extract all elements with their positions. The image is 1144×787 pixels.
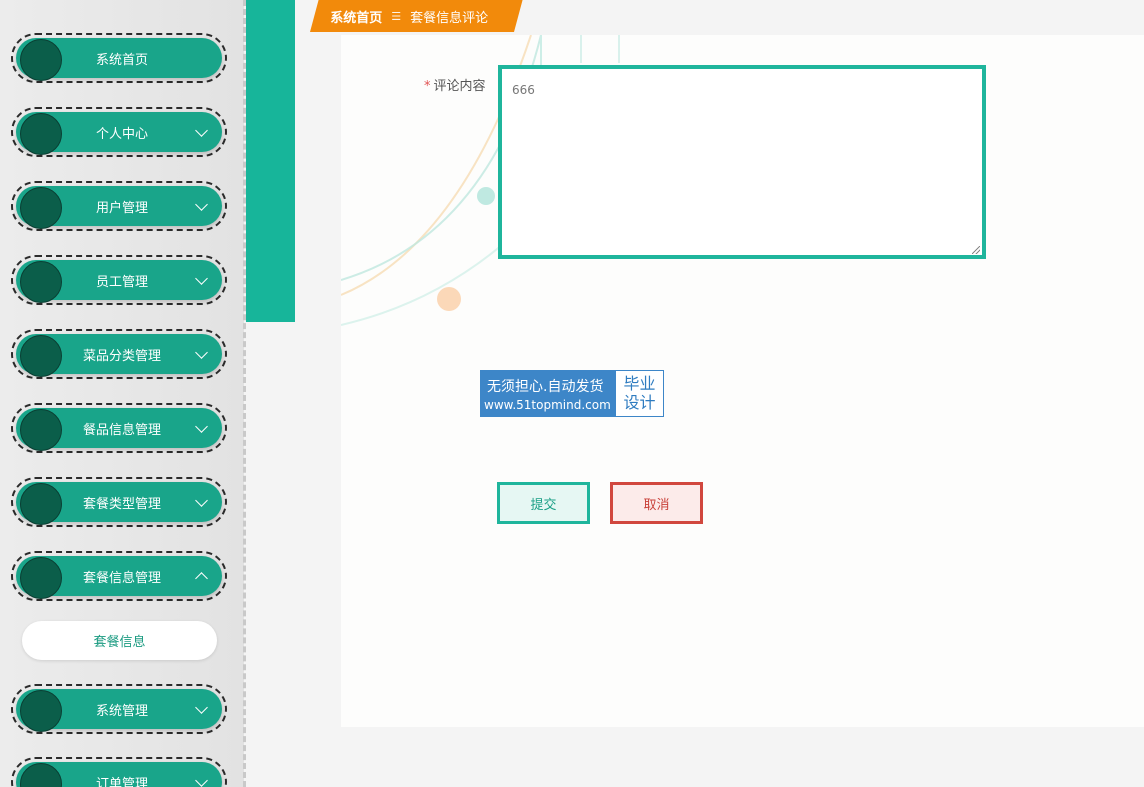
- sidebar-item-package-info[interactable]: 套餐信息管理: [11, 551, 227, 601]
- sidebar-item-meal-info[interactable]: 餐品信息管理: [11, 403, 227, 453]
- chevron-down-icon: [195, 272, 208, 285]
- sidebar-item-label: 餐品信息管理: [82, 422, 161, 438]
- menu-pill: 餐品信息管理: [16, 408, 222, 451]
- sidebar: 系统首页 个人中心 用户管理 员工管理 菜品分类管理 餐品信息管理 套餐类型管理…: [0, 0, 244, 787]
- circle-icon: [20, 409, 62, 451]
- circle-icon: [20, 335, 62, 377]
- breadcrumb: 系统首页 ☰ 套餐信息评论: [310, 0, 523, 32]
- sidebar-item-label: 系统首页: [95, 52, 148, 68]
- menu-pill: 员工管理: [16, 260, 222, 303]
- menu-pill: 系统管理: [16, 689, 222, 732]
- resize-grip-icon[interactable]: [972, 246, 980, 254]
- circle-icon: [20, 187, 62, 229]
- sidebar-item-label: 菜品分类管理: [82, 348, 161, 364]
- required-mark: *: [424, 79, 431, 94]
- footer-area: [341, 727, 1144, 787]
- sidebar-item-label: 套餐类型管理: [82, 496, 161, 512]
- decorative-teal-block: [246, 0, 295, 322]
- chevron-down-icon: [195, 774, 208, 787]
- breadcrumb-home[interactable]: 系统首页: [330, 7, 382, 26]
- watermark-line2: www.51topmind.com: [484, 398, 611, 412]
- watermark-right-top: 毕业: [623, 374, 656, 393]
- sidebar-item-staff-management[interactable]: 员工管理: [11, 255, 227, 305]
- watermark-left: 无须担心.自动发货 www.51topmind.com: [481, 371, 616, 416]
- watermark-line1: 无须担心.自动发货: [487, 379, 604, 395]
- comment-content-input[interactable]: [498, 65, 986, 259]
- sidebar-item-dish-category[interactable]: 菜品分类管理: [11, 329, 227, 379]
- menu-pill: 套餐信息管理: [16, 556, 222, 599]
- circle-icon: [20, 113, 62, 155]
- circle-icon: [20, 690, 62, 732]
- watermark-right: 毕业 设计: [616, 371, 663, 416]
- sidebar-item-label: 订单管理: [95, 776, 148, 787]
- main-panel: *评论内容 无须担心.自动发货 www.51topmind.com 毕业 设计 …: [341, 35, 1144, 727]
- sidebar-item-label: 个人中心: [95, 126, 148, 142]
- circle-icon: [20, 39, 62, 81]
- sidebar-item-personal-center[interactable]: 个人中心: [11, 107, 227, 157]
- chevron-down-icon: [195, 701, 208, 714]
- circle-icon: [20, 261, 62, 303]
- cancel-button[interactable]: 取消: [610, 482, 703, 524]
- sidebar-item-label: 套餐信息管理: [82, 570, 161, 586]
- menu-pill: 系统首页: [16, 38, 222, 81]
- sidebar-item-label: 系统管理: [95, 703, 148, 719]
- watermark-right-bottom: 设计: [623, 393, 656, 412]
- chevron-down-icon: [195, 494, 208, 507]
- chevron-down-icon: [195, 420, 208, 433]
- chevron-down-icon: [195, 198, 208, 211]
- chevron-down-icon: [195, 346, 208, 359]
- circle-icon: [20, 557, 62, 599]
- circle-icon: [20, 763, 62, 787]
- breadcrumb-content: 系统首页 ☰ 套餐信息评论: [314, 0, 518, 32]
- sidebar-item-label: 员工管理: [95, 274, 148, 290]
- menu-pill: 用户管理: [16, 186, 222, 229]
- sidebar-item-label: 用户管理: [95, 200, 148, 216]
- menu-pill: 菜品分类管理: [16, 334, 222, 377]
- sidebar-item-order-management[interactable]: 订单管理: [11, 757, 227, 787]
- sidebar-item-package-type[interactable]: 套餐类型管理: [11, 477, 227, 527]
- content-label: * 评论内容: [424, 75, 486, 94]
- submit-button[interactable]: 提交: [497, 482, 590, 524]
- chevron-up-icon: [195, 572, 208, 585]
- content-label-text: 评论内容: [433, 79, 486, 94]
- circle-icon: [20, 483, 62, 525]
- breadcrumb-separator-icon: ☰: [391, 9, 402, 23]
- sidebar-item-home[interactable]: 系统首页: [11, 33, 227, 83]
- menu-pill: 个人中心: [16, 112, 222, 155]
- watermark: 无须担心.自动发货 www.51topmind.com 毕业 设计: [480, 370, 664, 417]
- menu-pill: 套餐类型管理: [16, 482, 222, 525]
- sidebar-item-user-management[interactable]: 用户管理: [11, 181, 227, 231]
- chevron-down-icon: [195, 124, 208, 137]
- menu-pill: 订单管理: [16, 762, 222, 787]
- sidebar-item-system-management[interactable]: 系统管理: [11, 684, 227, 734]
- breadcrumb-current: 套餐信息评论: [410, 10, 489, 26]
- sidebar-subitem-package-info[interactable]: 套餐信息: [22, 621, 217, 660]
